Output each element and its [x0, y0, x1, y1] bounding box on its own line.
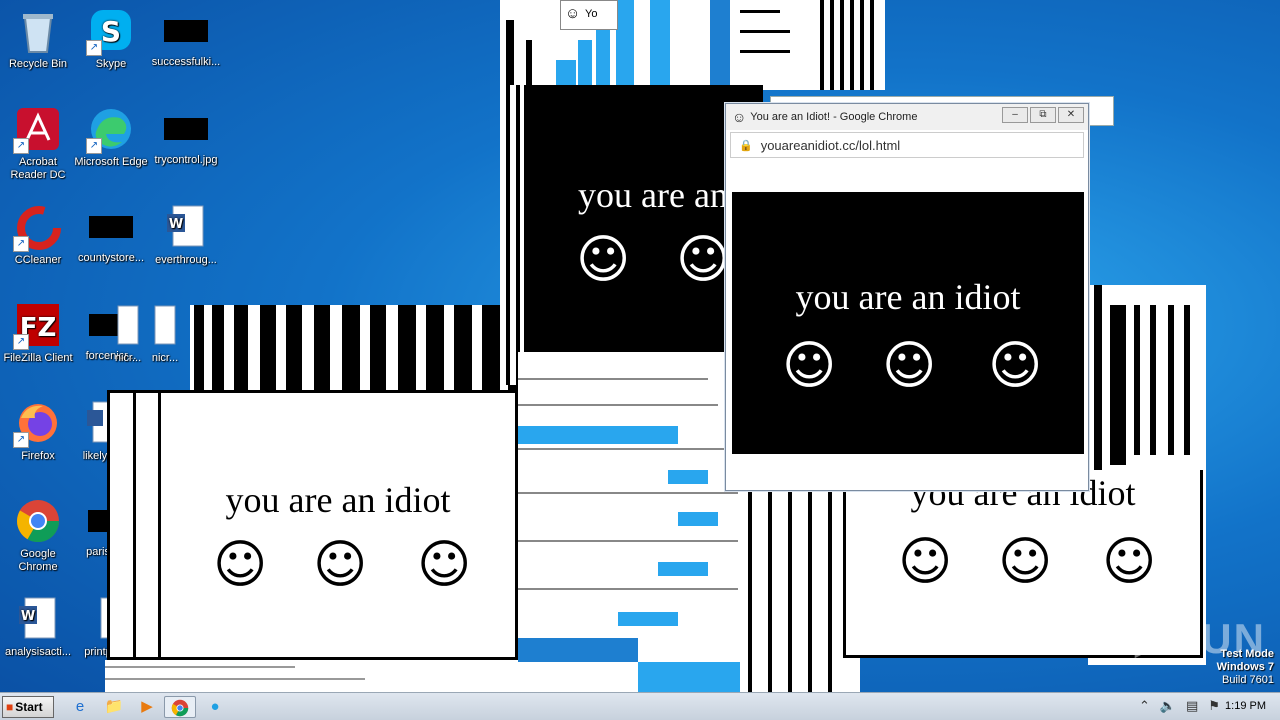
window-cascade-strips	[518, 352, 748, 692]
watermark-line-1: Test Mode	[1220, 648, 1274, 660]
smiley-icon: ☺	[988, 336, 1043, 396]
chrome-popup-window[interactable]: ☺ You are an Idiot! - Google Chrome – ⧉ …	[725, 103, 1089, 491]
watermark-line-3: Build 7601	[1222, 674, 1274, 686]
windows-logo-icon: ■	[6, 700, 14, 714]
word-doc-icon: W	[163, 204, 209, 250]
document-icon	[116, 302, 140, 348]
black-thumbnail-icon	[164, 20, 208, 42]
desktop-icon-edge[interactable]: Microsoft Edge	[73, 106, 149, 169]
clock[interactable]: 1:19 PM	[1225, 700, 1266, 712]
ccleaner-icon	[13, 204, 61, 252]
watermark-line-2: Windows 7	[1216, 661, 1274, 673]
desktop-icon-ccleaner[interactable]: CCleaner	[0, 204, 76, 267]
acrobat-icon	[13, 106, 61, 154]
ie-icon[interactable]: e	[68, 696, 92, 718]
restore-button[interactable]: ⧉	[1030, 107, 1056, 123]
chrome-titlebar[interactable]: ☺ You are an Idiot! - Google Chrome – ⧉ …	[726, 104, 1088, 130]
address-bar[interactable]: 🔒 youareanidiot.cc/lol.html	[730, 132, 1084, 158]
window-glitch-stripes-right-bottom	[740, 470, 860, 692]
recycle-bin-icon	[15, 8, 61, 54]
black-thumbnail-icon	[88, 510, 108, 532]
desktop-icon-nicr-2[interactable]: nicr...	[140, 302, 190, 365]
mini-chrome-window[interactable]: ☺ Yo	[560, 0, 618, 30]
start-button[interactable]: ■ Start	[2, 696, 54, 718]
minimize-button[interactable]: –	[1002, 107, 1028, 123]
chrome-icon	[171, 699, 189, 717]
filezilla-icon: FZ	[13, 302, 61, 350]
svg-text:W: W	[21, 609, 35, 624]
idiot-message: you are an idiot	[795, 277, 1021, 317]
smiley-icon: ☺	[576, 230, 631, 290]
smiley-icon: ☺	[1102, 532, 1157, 592]
smiley-icon: ☺	[882, 336, 937, 396]
tray-expand-icon[interactable]: ⌃	[1139, 698, 1150, 714]
taskbar: ■ Start e 📁 ▶ ● ⌃ 🔈 ▤ ⚑ 1:19 PM	[0, 692, 1280, 720]
svg-text:FZ: FZ	[20, 313, 57, 343]
edge-icon	[86, 106, 134, 154]
desktop-icon-recycle-bin[interactable]: Recycle Bin	[0, 8, 76, 71]
system-tray: ⌃ 🔈 ▤ ⚑	[1129, 698, 1220, 714]
svg-text:S: S	[101, 15, 121, 48]
svg-text:W: W	[169, 217, 183, 232]
smiley-favicon-icon: ☺	[565, 5, 581, 22]
media-player-icon[interactable]: ▶	[135, 696, 159, 718]
desktop-icon-successfulki[interactable]: successfulki...	[148, 8, 224, 69]
chrome-window-title: You are an Idiot! - Google Chrome	[750, 111, 918, 123]
explorer-icon[interactable]: 📁	[102, 696, 126, 718]
skype-icon: S	[86, 8, 134, 56]
smiley-icon: ☺	[313, 535, 368, 595]
window-glitch-stripes-top	[500, 0, 885, 90]
smiley-icon: ☺	[782, 336, 837, 396]
action-center-flag-icon[interactable]: ⚑	[1208, 698, 1220, 714]
window-glitch-stripes-left	[190, 305, 520, 390]
window-glitch-bottom-left	[105, 660, 520, 692]
smiley-favicon-icon: ☺	[732, 109, 747, 125]
start-label: Start	[15, 700, 43, 714]
smiley-icon: ☺	[998, 532, 1053, 592]
desktop-icon-skype[interactable]: S Skype	[73, 8, 149, 71]
document-icon	[153, 302, 177, 348]
network-icon[interactable]: ▤	[1186, 698, 1198, 714]
page-content: you are an idiot ☺ ☺ ☺	[732, 192, 1084, 454]
firefox-icon	[13, 400, 61, 448]
mini-window-title: Yo	[585, 8, 598, 20]
desktop-icon-everthroug[interactable]: W everthroug...	[148, 204, 224, 267]
idiot-window-white-left: you are an idiot ☺ ☺ ☺	[158, 390, 518, 660]
window-glitch-left-edge	[500, 85, 524, 385]
word-doc-icon: W	[15, 596, 61, 642]
desktop-icon-countystore[interactable]: countystore...	[73, 204, 149, 265]
close-button[interactable]: ✕	[1058, 107, 1084, 123]
smiley-icon: ☺	[417, 535, 472, 595]
idiot-message: you are an idiot	[225, 480, 451, 520]
smiley-icon: ☺	[676, 230, 731, 290]
volume-icon[interactable]: 🔈	[1160, 698, 1176, 714]
chrome-taskbar-button[interactable]	[164, 696, 196, 718]
url-text: youareanidiot.cc/lol.html	[760, 137, 901, 153]
black-thumbnail-icon	[164, 118, 208, 140]
smiley-icon: ☺	[213, 535, 268, 595]
test-mode-watermark: Test Mode Windows 7 Build 7601	[1217, 648, 1274, 687]
chrome-icon	[15, 498, 61, 544]
desktop-icon-acrobat[interactable]: Acrobat Reader DC	[0, 106, 76, 182]
lock-icon: 🔒	[739, 139, 753, 152]
smiley-icon: ☺	[898, 532, 953, 592]
desktop-icon-filezilla[interactable]: FZ FileZilla Client	[0, 302, 76, 365]
desktop-icon-trycontrol[interactable]: trycontrol.jpg	[148, 106, 224, 167]
edge-icon[interactable]: ●	[203, 696, 227, 718]
black-thumbnail-icon	[89, 216, 133, 238]
